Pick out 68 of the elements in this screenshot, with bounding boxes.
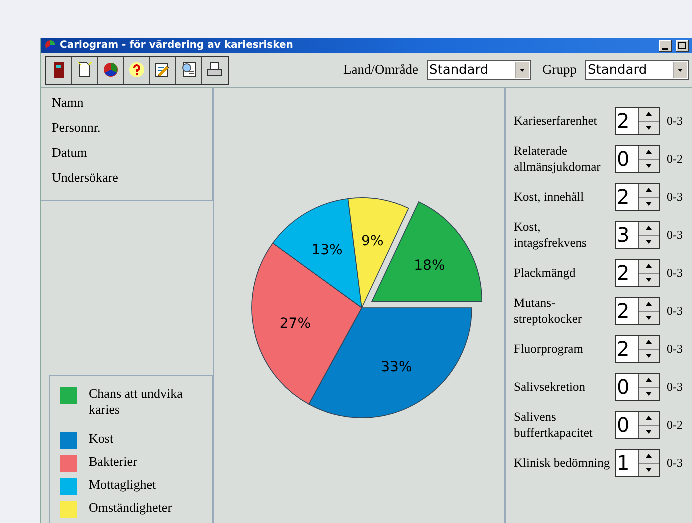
document-search-icon — [180, 62, 196, 78]
slice-label: 33% — [381, 360, 412, 376]
field-label: Datum — [52, 144, 88, 162]
range-label: 0-3 — [667, 380, 683, 394]
toolbar-button[interactable] — [202, 56, 228, 84]
maximize-icon[interactable] — [676, 40, 689, 52]
slice-label: 9% — [362, 234, 384, 250]
toolbar-button[interactable] — [176, 56, 202, 84]
range-label: 0-3 — [667, 342, 683, 356]
spinner-field[interactable]: 3 — [615, 221, 660, 249]
factor-label: Kost, intagsfrekvens — [514, 219, 588, 251]
factor-label: Salivsekretion — [514, 379, 587, 395]
range-label: 0-2 — [667, 418, 683, 432]
factor-label: Klinisk bedömning — [514, 455, 612, 471]
toolbar-button[interactable] — [72, 56, 98, 84]
select-label: Land/Område — [344, 62, 418, 78]
door-icon — [54, 62, 64, 78]
spinner-field[interactable]: 2 — [615, 183, 660, 211]
new-document-icon — [78, 62, 92, 78]
minimize-icon[interactable] — [659, 40, 672, 52]
dropdown-select[interactable]: Standard — [426, 60, 530, 80]
legend-label: Bakterier — [89, 454, 138, 470]
spinner-field[interactable]: 0 — [615, 145, 660, 173]
spinner-field[interactable]: 2 — [615, 297, 660, 325]
field-label: Personnr. — [52, 119, 102, 137]
factor-label: Relaterade allmänsjukdomar — [514, 143, 602, 175]
spinner-field[interactable]: 2 — [615, 107, 660, 135]
legend-label: Chans att undvika karies — [89, 386, 184, 418]
slice-label: 27% — [280, 316, 311, 332]
spinner-field[interactable]: 0 — [615, 373, 660, 401]
slice-label: 18% — [414, 258, 446, 274]
range-label: 0-3 — [667, 266, 683, 280]
toolbar-button[interactable] — [46, 56, 72, 84]
field-label: Namn — [52, 94, 85, 112]
app-logo-icon — [45, 40, 56, 51]
spinner-field[interactable]: 1 — [615, 449, 660, 477]
slice-label: 13% — [312, 242, 343, 258]
legend-label: Mottaglighet — [89, 477, 158, 493]
help-icon — [128, 62, 144, 78]
factor-label: Fluorprogram — [514, 341, 584, 357]
legend-label: Omständigheter — [89, 500, 174, 516]
range-label: 0-3 — [667, 190, 683, 204]
factor-label: Mutans-streptokocker — [514, 295, 584, 327]
factor-label: Plackmängd — [514, 265, 577, 281]
window-title: Cariogram - för värdering av kariesrisken — [60, 40, 294, 51]
edit-note-icon — [154, 62, 170, 78]
spinner-field[interactable]: 2 — [615, 335, 660, 363]
pie-chart-icon — [102, 62, 118, 78]
toolbar-button[interactable] — [124, 56, 150, 84]
toolbar-button[interactable] — [150, 56, 176, 84]
caret-icon — [514, 62, 528, 78]
select-label: Grupp — [542, 62, 577, 78]
spinner-field[interactable]: 0 — [615, 411, 660, 439]
legend-label: Kost — [89, 431, 115, 447]
printer-icon — [207, 62, 223, 78]
range-label: 0-3 — [667, 114, 683, 128]
range-label: 0-2 — [667, 152, 683, 166]
factor-label: Kost, innehåll — [514, 189, 586, 205]
spinner-field[interactable]: 2 — [615, 259, 660, 287]
range-label: 0-3 — [667, 456, 683, 470]
dropdown-select[interactable]: Standard — [585, 60, 689, 80]
factor-label: Karieserfarenhet — [514, 113, 598, 129]
range-label: 0-3 — [667, 304, 683, 318]
field-label: Undersökare — [52, 169, 120, 187]
range-label: 0-3 — [667, 228, 683, 242]
factor-label: Salivens buffertkapacitet — [514, 409, 594, 441]
toolbar-button[interactable] — [98, 56, 124, 84]
caret-icon — [673, 62, 687, 78]
